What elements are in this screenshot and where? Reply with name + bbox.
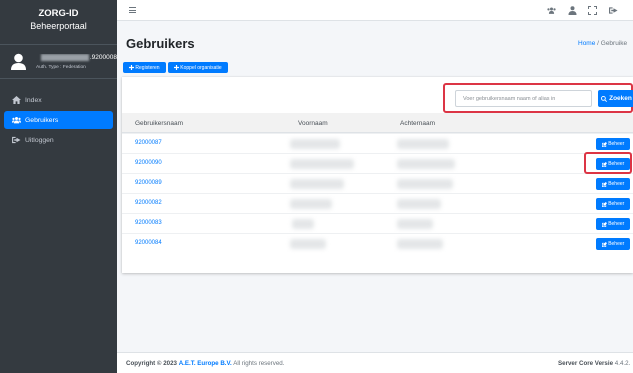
search-highlight: Zoeken <box>443 83 633 113</box>
sidebar-item-label: Uitloggen <box>25 136 54 144</box>
footer: Copyright © 2023 A.E.T. Europe B.V. All … <box>117 352 633 373</box>
register-label: Registeren <box>135 64 160 71</box>
sidebar-item-uitloggen[interactable]: Uitloggen <box>4 131 113 149</box>
fullscreen-icon[interactable] <box>588 6 597 15</box>
search-button-label: Zoeken <box>609 95 632 102</box>
sidebar-item-index[interactable]: Index <box>4 91 113 109</box>
beheer-label: Beheer <box>608 201 625 207</box>
table-row: 92000082 Beheer <box>122 193 633 213</box>
sidebar-item-label: Gebruikers <box>25 116 59 124</box>
beheer-label: Beheer <box>608 141 625 147</box>
menu-toggle-icon[interactable] <box>129 7 136 13</box>
edit-icon <box>601 141 607 147</box>
beheer-label: Beheer <box>608 221 625 227</box>
edit-icon <box>601 181 607 187</box>
sidebar-nav: Index Gebruikers Uitloggen <box>0 79 117 149</box>
edit-icon <box>601 221 607 227</box>
table-row: 92000087 Beheer <box>122 133 633 153</box>
table-row: 92000090 Beheer <box>122 153 633 173</box>
sign-out-icon[interactable] <box>609 6 618 15</box>
edit-icon <box>601 161 607 167</box>
register-button[interactable]: Registeren <box>123 62 166 73</box>
home-icon <box>12 96 21 104</box>
beheer-button[interactable]: Beheer <box>596 198 630 210</box>
redacted-lastname <box>397 179 453 189</box>
username-link[interactable]: 92000082 <box>135 200 162 206</box>
search-icon <box>601 95 608 102</box>
beheer-label: Beheer <box>608 241 625 247</box>
beheer-button[interactable]: Beheer <box>596 158 630 170</box>
company-link[interactable]: A.E.T. Europe B.V. <box>179 360 232 367</box>
link-organisation-button[interactable]: Koppel organisatie <box>168 62 228 73</box>
redacted-firstname <box>290 239 326 249</box>
redacted-lastname <box>397 199 441 209</box>
redacted-firstname <box>290 179 344 189</box>
edit-icon <box>601 241 607 247</box>
redacted-firstname <box>292 219 314 229</box>
table-row: 92000083 Beheer <box>122 213 633 233</box>
rights-text: All rights reserved. <box>233 360 285 367</box>
footer-version: Server Core Versie 4.4.2. <box>558 360 630 367</box>
search-button[interactable]: Zoeken <box>598 90 633 107</box>
sidebar: ZORG-ID Beheerportaal .9200008 Auth. Typ… <box>0 0 117 373</box>
edit-icon <box>601 201 607 207</box>
users-card: Zoeken Gebruikersnaam Voornaam Achternaa… <box>122 77 633 273</box>
beheer-button[interactable]: Beheer <box>596 178 630 190</box>
plus-icon <box>129 65 135 70</box>
redacted-lastname <box>397 239 443 249</box>
beheer-button[interactable]: Beheer <box>596 138 630 150</box>
brand-title: ZORG-ID <box>38 8 79 19</box>
user-auth-type: Auth. Type : Federation <box>36 65 86 70</box>
user-icon[interactable] <box>568 6 577 15</box>
user-name-suffix: .9200008 <box>89 54 117 62</box>
link-organisation-label: Koppel organisatie <box>180 64 222 71</box>
sidebar-item-label: Index <box>25 96 42 104</box>
user-panel: .9200008 Auth. Type : Federation <box>0 45 117 79</box>
footer-copyright: Copyright © 2023 A.E.T. Europe B.V. All … <box>126 360 284 367</box>
top-navbar <box>117 0 633 21</box>
sidebar-item-gebruikers[interactable]: Gebruikers <box>4 111 113 129</box>
copyright-prefix: Copyright © 2023 <box>126 360 177 367</box>
redacted-lastname <box>397 219 433 229</box>
user-avatar-icon <box>11 53 26 70</box>
redacted-firstname <box>290 159 354 169</box>
breadcrumb: Home / Gebruike <box>578 40 627 47</box>
user-name[interactable]: .9200008 <box>36 54 117 63</box>
redacted-lastname <box>397 139 449 149</box>
version-label: Server Core Versie <box>558 360 614 367</box>
users-icon[interactable] <box>547 6 556 15</box>
redacted-lastname <box>397 159 455 169</box>
username-link[interactable]: 92000089 <box>135 180 162 186</box>
plus-icon <box>174 65 180 70</box>
search-input[interactable] <box>455 90 592 107</box>
beheer-button[interactable]: Beheer <box>596 218 630 230</box>
breadcrumb-current: Gebruike <box>600 40 628 47</box>
sign-out-icon <box>12 136 21 144</box>
brand-subtitle: Beheerportaal <box>30 21 87 31</box>
table-row: 92000084 Beheer <box>122 233 633 253</box>
username-link[interactable]: 92000084 <box>135 240 162 246</box>
username-link[interactable]: 92000087 <box>135 140 162 146</box>
table-header: Gebruikersnaam Voornaam Achternaam <box>122 113 633 133</box>
beheer-button[interactable]: Beheer <box>596 238 630 250</box>
beheer-label: Beheer <box>608 161 625 167</box>
brand[interactable]: ZORG-ID Beheerportaal <box>0 0 117 45</box>
column-header-username[interactable]: Gebruikersnaam <box>135 120 183 127</box>
column-header-lastname[interactable]: Achternaam <box>400 120 435 127</box>
redacted-firstname <box>290 199 332 209</box>
breadcrumb-home[interactable]: Home <box>578 40 595 47</box>
redacted-firstname <box>290 139 340 149</box>
beheer-label: Beheer <box>608 181 625 187</box>
username-link[interactable]: 92000090 <box>135 160 162 166</box>
version-number: 4.4.2. <box>614 360 631 367</box>
table-row: 92000089 Beheer <box>122 173 633 193</box>
page-title: Gebruikers <box>126 36 195 51</box>
column-header-firstname[interactable]: Voornaam <box>298 120 328 127</box>
username-link[interactable]: 92000083 <box>135 220 162 226</box>
redacted-name <box>40 54 89 61</box>
users-icon <box>12 117 21 124</box>
